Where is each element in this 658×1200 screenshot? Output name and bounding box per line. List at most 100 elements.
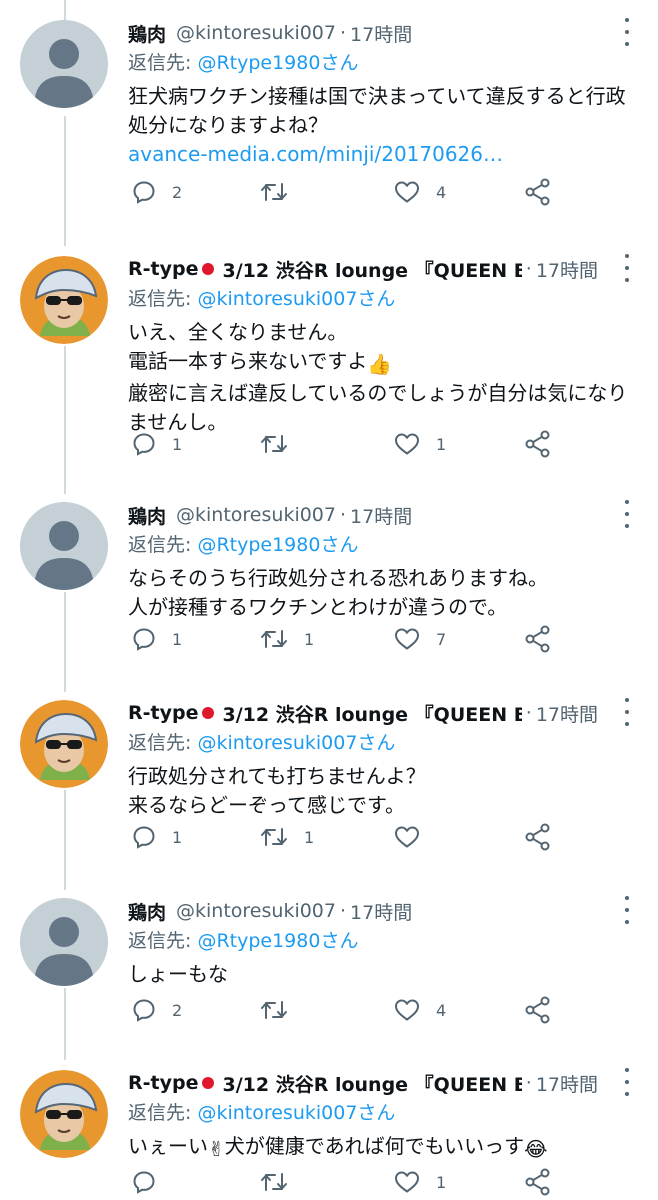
user-handle[interactable]: @kintoresuki007 [176, 22, 336, 44]
share-button[interactable] [524, 621, 552, 657]
like-button[interactable] [394, 819, 436, 855]
more-icon[interactable] [622, 1068, 632, 1096]
tweet-text-content-after: 犬が健康であれば何でもいいっす [224, 1134, 525, 1158]
share-button[interactable] [524, 1164, 552, 1200]
reply-button[interactable] [132, 1164, 172, 1200]
japan-flag-icon [202, 707, 215, 719]
like-count: 1 [436, 1172, 447, 1192]
tweet[interactable]: R-type 3/12 渋谷R lounge 『QUEEN B… · 17時間 返… [0, 236, 658, 476]
like-count: 4 [436, 182, 447, 202]
avatar[interactable] [20, 700, 108, 788]
retweet-icon [261, 630, 287, 648]
timestamp[interactable]: 17時間 [536, 1070, 598, 1097]
default-avatar-icon [34, 917, 94, 986]
url-link[interactable]: avance-media.com/minji/20170626… [128, 140, 638, 169]
avatar[interactable] [20, 1070, 108, 1158]
reply-count: 1 [172, 629, 183, 649]
retweet-button[interactable] [260, 426, 304, 462]
timestamp[interactable]: 17時間 [536, 700, 598, 727]
victory-hand-emoji: ✌ [208, 1137, 225, 1161]
share-button[interactable] [524, 174, 552, 210]
separator-dot: · [340, 504, 347, 526]
like-button[interactable]: 1 [394, 1164, 446, 1200]
timestamp[interactable]: 17時間 [350, 502, 412, 529]
tweet-text: ならそのうち行政処分される恐れありますね。 人が接種するワクチンとわけが違うので… [128, 566, 548, 619]
like-button[interactable]: 4 [394, 174, 446, 210]
mention-link[interactable]: @kintoresuki007さん [197, 732, 395, 754]
like-count: 1 [436, 434, 447, 454]
avatar[interactable] [20, 502, 108, 590]
like-button[interactable]: 7 [394, 621, 446, 657]
display-name[interactable]: R-type 3/12 渋谷R lounge 『QUEEN B… [128, 700, 522, 727]
cartoon-avatar-icon [20, 700, 108, 788]
reply-to-line: 返信先: @kintoresuki007さん [128, 284, 395, 311]
more-icon[interactable] [622, 698, 632, 726]
avatar[interactable] [20, 898, 108, 986]
like-button[interactable]: 4 [394, 992, 446, 1028]
avatar[interactable] [20, 256, 108, 344]
reply-prefix: 返信先: [128, 1102, 198, 1124]
more-icon[interactable] [622, 254, 632, 282]
reply-count: 1 [172, 827, 183, 847]
share-button[interactable] [524, 426, 552, 462]
reply-button[interactable]: 2 [132, 992, 182, 1028]
mention-link[interactable]: @kintoresuki007さん [197, 1102, 395, 1124]
display-name[interactable]: R-type 3/12 渋谷R lounge 『QUEEN B… [128, 256, 522, 283]
timestamp[interactable]: 17時間 [350, 898, 412, 925]
more-icon[interactable] [622, 896, 632, 924]
like-button[interactable]: 1 [394, 426, 446, 462]
reply-button[interactable]: 2 [132, 174, 182, 210]
mention-link[interactable]: @kintoresuki007さん [197, 288, 395, 310]
mention-link[interactable]: @Rtype1980さん [197, 52, 358, 74]
reply-icon [133, 181, 155, 204]
mention-link[interactable]: @Rtype1980さん [197, 534, 358, 556]
user-handle[interactable]: @kintoresuki007 [176, 504, 336, 526]
reply-to-line: 返信先: @kintoresuki007さん [128, 1098, 395, 1125]
tears-of-joy-emoji: 😂 [524, 1137, 548, 1161]
reply-icon [133, 999, 155, 1022]
retweet-button[interactable] [260, 1164, 304, 1200]
tweet[interactable]: 鶏肉 @kintoresuki007 · 17時間 返信先: @Rtype198… [0, 482, 658, 672]
retweet-button[interactable] [260, 992, 304, 1028]
timestamp[interactable]: 17時間 [536, 256, 598, 283]
display-name[interactable]: 鶏肉 [128, 898, 166, 925]
tweet-header: 鶏肉 @kintoresuki007 · 17時間 [128, 896, 598, 926]
reply-to-line: 返信先: @Rtype1980さん [128, 530, 358, 557]
reply-icon [133, 826, 155, 849]
like-icon [395, 826, 419, 848]
default-avatar-icon [34, 39, 94, 108]
reply-button[interactable]: 1 [132, 621, 182, 657]
mention-link[interactable]: @Rtype1980さん [197, 930, 358, 952]
tweet[interactable]: 鶏肉 @kintoresuki007 · 17時間 返信先: @Rtype198… [0, 0, 658, 230]
like-count: 4 [436, 1000, 447, 1020]
retweet-icon [261, 1001, 287, 1019]
more-icon[interactable] [622, 500, 632, 528]
share-icon [525, 178, 550, 206]
retweet-button[interactable] [260, 174, 304, 210]
avatar[interactable] [20, 20, 108, 108]
share-button[interactable] [524, 819, 552, 855]
share-button[interactable] [524, 992, 552, 1028]
tweet[interactable]: R-type 3/12 渋谷R lounge 『QUEEN B… · 17時間 返… [0, 1050, 658, 1200]
display-name[interactable]: 鶏肉 [128, 502, 166, 529]
display-name[interactable]: 鶏肉 [128, 20, 166, 47]
reply-button[interactable]: 1 [132, 426, 182, 462]
reply-to-line: 返信先: @Rtype1980さん [128, 926, 358, 953]
display-name-text: R-type [128, 258, 199, 280]
display-name-suffix: 3/12 渋谷R lounge 『QUEEN B… [222, 703, 522, 726]
reply-icon [133, 1171, 155, 1194]
tweet[interactable]: 鶏肉 @kintoresuki007 · 17時間 返信先: @Rtype198… [0, 878, 658, 1048]
more-icon[interactable] [622, 18, 632, 46]
timestamp[interactable]: 17時間 [350, 20, 412, 47]
user-handle[interactable]: @kintoresuki007 [176, 900, 336, 922]
retweet-button[interactable]: 1 [260, 621, 314, 657]
display-name[interactable]: R-type 3/12 渋谷R lounge 『QUEEN B… [128, 1070, 522, 1097]
share-icon [525, 430, 550, 458]
reply-button[interactable]: 1 [132, 819, 182, 855]
tweet[interactable]: R-type 3/12 渋谷R lounge 『QUEEN B… · 17時間 返… [0, 680, 658, 870]
reply-prefix: 返信先: [128, 732, 198, 754]
cartoon-avatar-icon [20, 256, 108, 344]
tweet-text-content: いえ、全くなりません。 電話一本すら来ないですよ [128, 320, 368, 373]
retweet-button[interactable]: 1 [260, 819, 314, 855]
retweet-count: 1 [304, 827, 315, 847]
